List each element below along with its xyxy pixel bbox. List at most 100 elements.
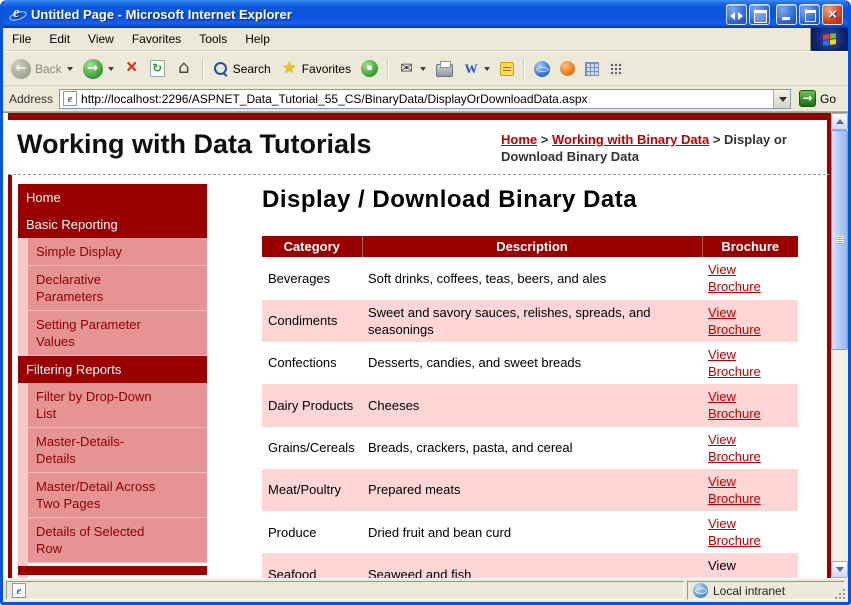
windows-logo-throbber (810, 28, 848, 51)
scroll-up-button[interactable] (831, 113, 848, 130)
description-cell: Cheeses (362, 384, 702, 427)
table-row-seafood: SeafoodSeaweed and fish View Brochure (262, 553, 798, 578)
scroll-down-button[interactable] (831, 561, 848, 578)
address-dropdown-button[interactable] (772, 89, 790, 108)
go-label: Go (819, 91, 836, 106)
sidebar-item-partial (18, 566, 207, 576)
go-button[interactable]: Go (797, 89, 842, 108)
sidebar-item-simple-display[interactable]: Simple Display (28, 238, 207, 267)
status-page-icon (12, 583, 26, 598)
scrollbar-thumb[interactable] (831, 130, 848, 350)
scroll-down-arrow-icon (835, 567, 844, 572)
edit-button[interactable] (459, 58, 494, 80)
menu-favorites[interactable]: Favorites (123, 28, 190, 51)
menu-tools[interactable]: Tools (190, 28, 236, 51)
view-brochure-link[interactable]: View Brochure (708, 515, 766, 549)
stop-icon (124, 58, 140, 77)
window-extra-window-button[interactable] (749, 3, 770, 25)
forward-dropdown-chevron[interactable] (107, 66, 114, 71)
sidebar-item-home[interactable]: Home (18, 184, 207, 212)
category-cell: Grains/Cereals (262, 426, 362, 469)
refresh-button[interactable] (146, 57, 169, 80)
sidebar-item-setting-parameter-values[interactable]: Setting Parameter Values (28, 311, 207, 357)
sidebar-item-declarative-parameters[interactable]: Declarative Parameters (28, 266, 207, 312)
search-icon (213, 61, 229, 77)
sidebar-item-basic-reporting[interactable]: Basic Reporting (18, 211, 207, 239)
category-cell: Condiments (262, 299, 362, 342)
table-row-confections: Confections Desserts, candies, and sweet … (262, 341, 798, 385)
window-title: Untitled Page - Microsoft Internet Explo… (31, 6, 292, 22)
web-page: Working with Data Tutorials Home > Worki… (3, 113, 831, 578)
toolbar-separator (523, 57, 526, 80)
breadcrumb-separator: > (712, 132, 721, 147)
breadcrumb-home-link[interactable]: Home (501, 132, 537, 147)
table-row-meat-poultry: Meat/Poultry Prepared meats View Brochure (262, 468, 798, 512)
mail-button[interactable] (394, 57, 430, 80)
breadcrumb-separator: > (540, 132, 549, 147)
resize-grip[interactable] (833, 587, 847, 601)
window-extra-arrows-button[interactable] (726, 3, 747, 25)
sidebar-item-filtering-reports[interactable]: Filtering Reports (18, 356, 207, 384)
stop-button[interactable] (120, 58, 144, 80)
table-row-produce: Produce Dried fruit and bean curd View Bro… (262, 511, 798, 554)
menu-file[interactable]: File (3, 28, 40, 51)
table-row-grains-cereals: Grains/Cereals Breads, crackers, pasta, a… (262, 426, 798, 469)
addon-button-1[interactable] (556, 58, 579, 79)
page-body: Home Basic Reporting Simple Display Declara… (8, 175, 831, 578)
view-brochure-link[interactable]: View Brochure (708, 304, 766, 338)
menu-help[interactable]: Help (236, 28, 279, 51)
edit-dropdown-chevron[interactable] (484, 66, 491, 71)
title-bar[interactable]: Untitled Page - Microsoft Internet Explo… (3, 0, 848, 28)
address-input[interactable]: http://localhost:2296/ASPNET_Data_Tutori… (59, 88, 791, 109)
vertical-scrollbar[interactable] (831, 113, 848, 578)
maximize-button[interactable] (799, 3, 820, 25)
menu-view[interactable]: View (79, 28, 123, 51)
address-url: http://localhost:2296/ASPNET_Data_Tutori… (81, 91, 588, 106)
category-cell: Beverages (262, 257, 362, 300)
ie-app-icon (9, 5, 26, 23)
table-header-row: Category Description Brochure (262, 236, 798, 258)
media-button[interactable] (357, 57, 382, 80)
menu-edit[interactable]: Edit (40, 28, 79, 51)
print-button[interactable] (432, 58, 457, 80)
favorites-star-icon (281, 59, 298, 77)
sidebar-item-master-detail-across-two-pages[interactable]: Master/Detail Across Two Pages (28, 473, 207, 519)
page-header: Working with Data Tutorials Home > Worki… (8, 120, 831, 176)
view-brochure-link[interactable]: View Brochure (708, 388, 766, 422)
mail-dropdown-chevron[interactable] (420, 66, 427, 71)
sidebar-item-master-details-details[interactable]: Master-Details-Details (28, 428, 207, 474)
view-brochure-link[interactable]: View Brochure (708, 346, 766, 380)
minimize-button[interactable] (776, 3, 797, 25)
view-brochure-link[interactable]: View Brochure (708, 431, 766, 465)
favorites-button[interactable]: Favorites (277, 57, 355, 80)
addon-orange-icon (560, 61, 576, 76)
brochure-cell: View Brochure (702, 341, 798, 385)
sidebar-nav: Home Basic Reporting Simple Display Declara… (18, 184, 207, 578)
back-button[interactable]: Back (7, 56, 77, 82)
addon-button-3[interactable] (605, 59, 627, 79)
description-cell: Dried fruit and bean curd (362, 511, 702, 554)
menu-bar-items: File Edit View Favorites Tools Help (3, 28, 279, 51)
sidebar-item-details-of-selected-row[interactable]: Details of Selected Row (28, 518, 207, 564)
mail-icon (398, 60, 415, 77)
back-label: Back (35, 61, 62, 76)
sidebar-item-filter-by-drop-down-list[interactable]: Filter by Drop-Down List (28, 383, 207, 429)
home-button[interactable] (171, 57, 197, 81)
search-button[interactable]: Search (209, 58, 275, 80)
main-content: Display / Download Binary Data Category D… (207, 184, 827, 578)
description-cell: Breads, crackers, pasta, and cereal (362, 426, 702, 469)
scrollbar-track[interactable] (831, 130, 848, 561)
brochure-cell: View Brochure (702, 553, 798, 578)
page-icon (63, 91, 78, 106)
windows-flag-icon (823, 33, 836, 46)
addon-button-2[interactable] (581, 59, 603, 79)
view-brochure-link[interactable]: View Brochure (708, 473, 766, 507)
brochure-text: View Brochure (708, 558, 761, 578)
close-button[interactable] (822, 3, 843, 25)
breadcrumb-section-link[interactable]: Working with Binary Data (552, 132, 709, 147)
back-dropdown-chevron[interactable] (66, 66, 73, 71)
messenger-button[interactable] (530, 58, 554, 80)
forward-button[interactable] (79, 56, 118, 82)
notes-button[interactable] (496, 59, 518, 79)
view-brochure-link[interactable]: View Brochure (708, 261, 766, 295)
